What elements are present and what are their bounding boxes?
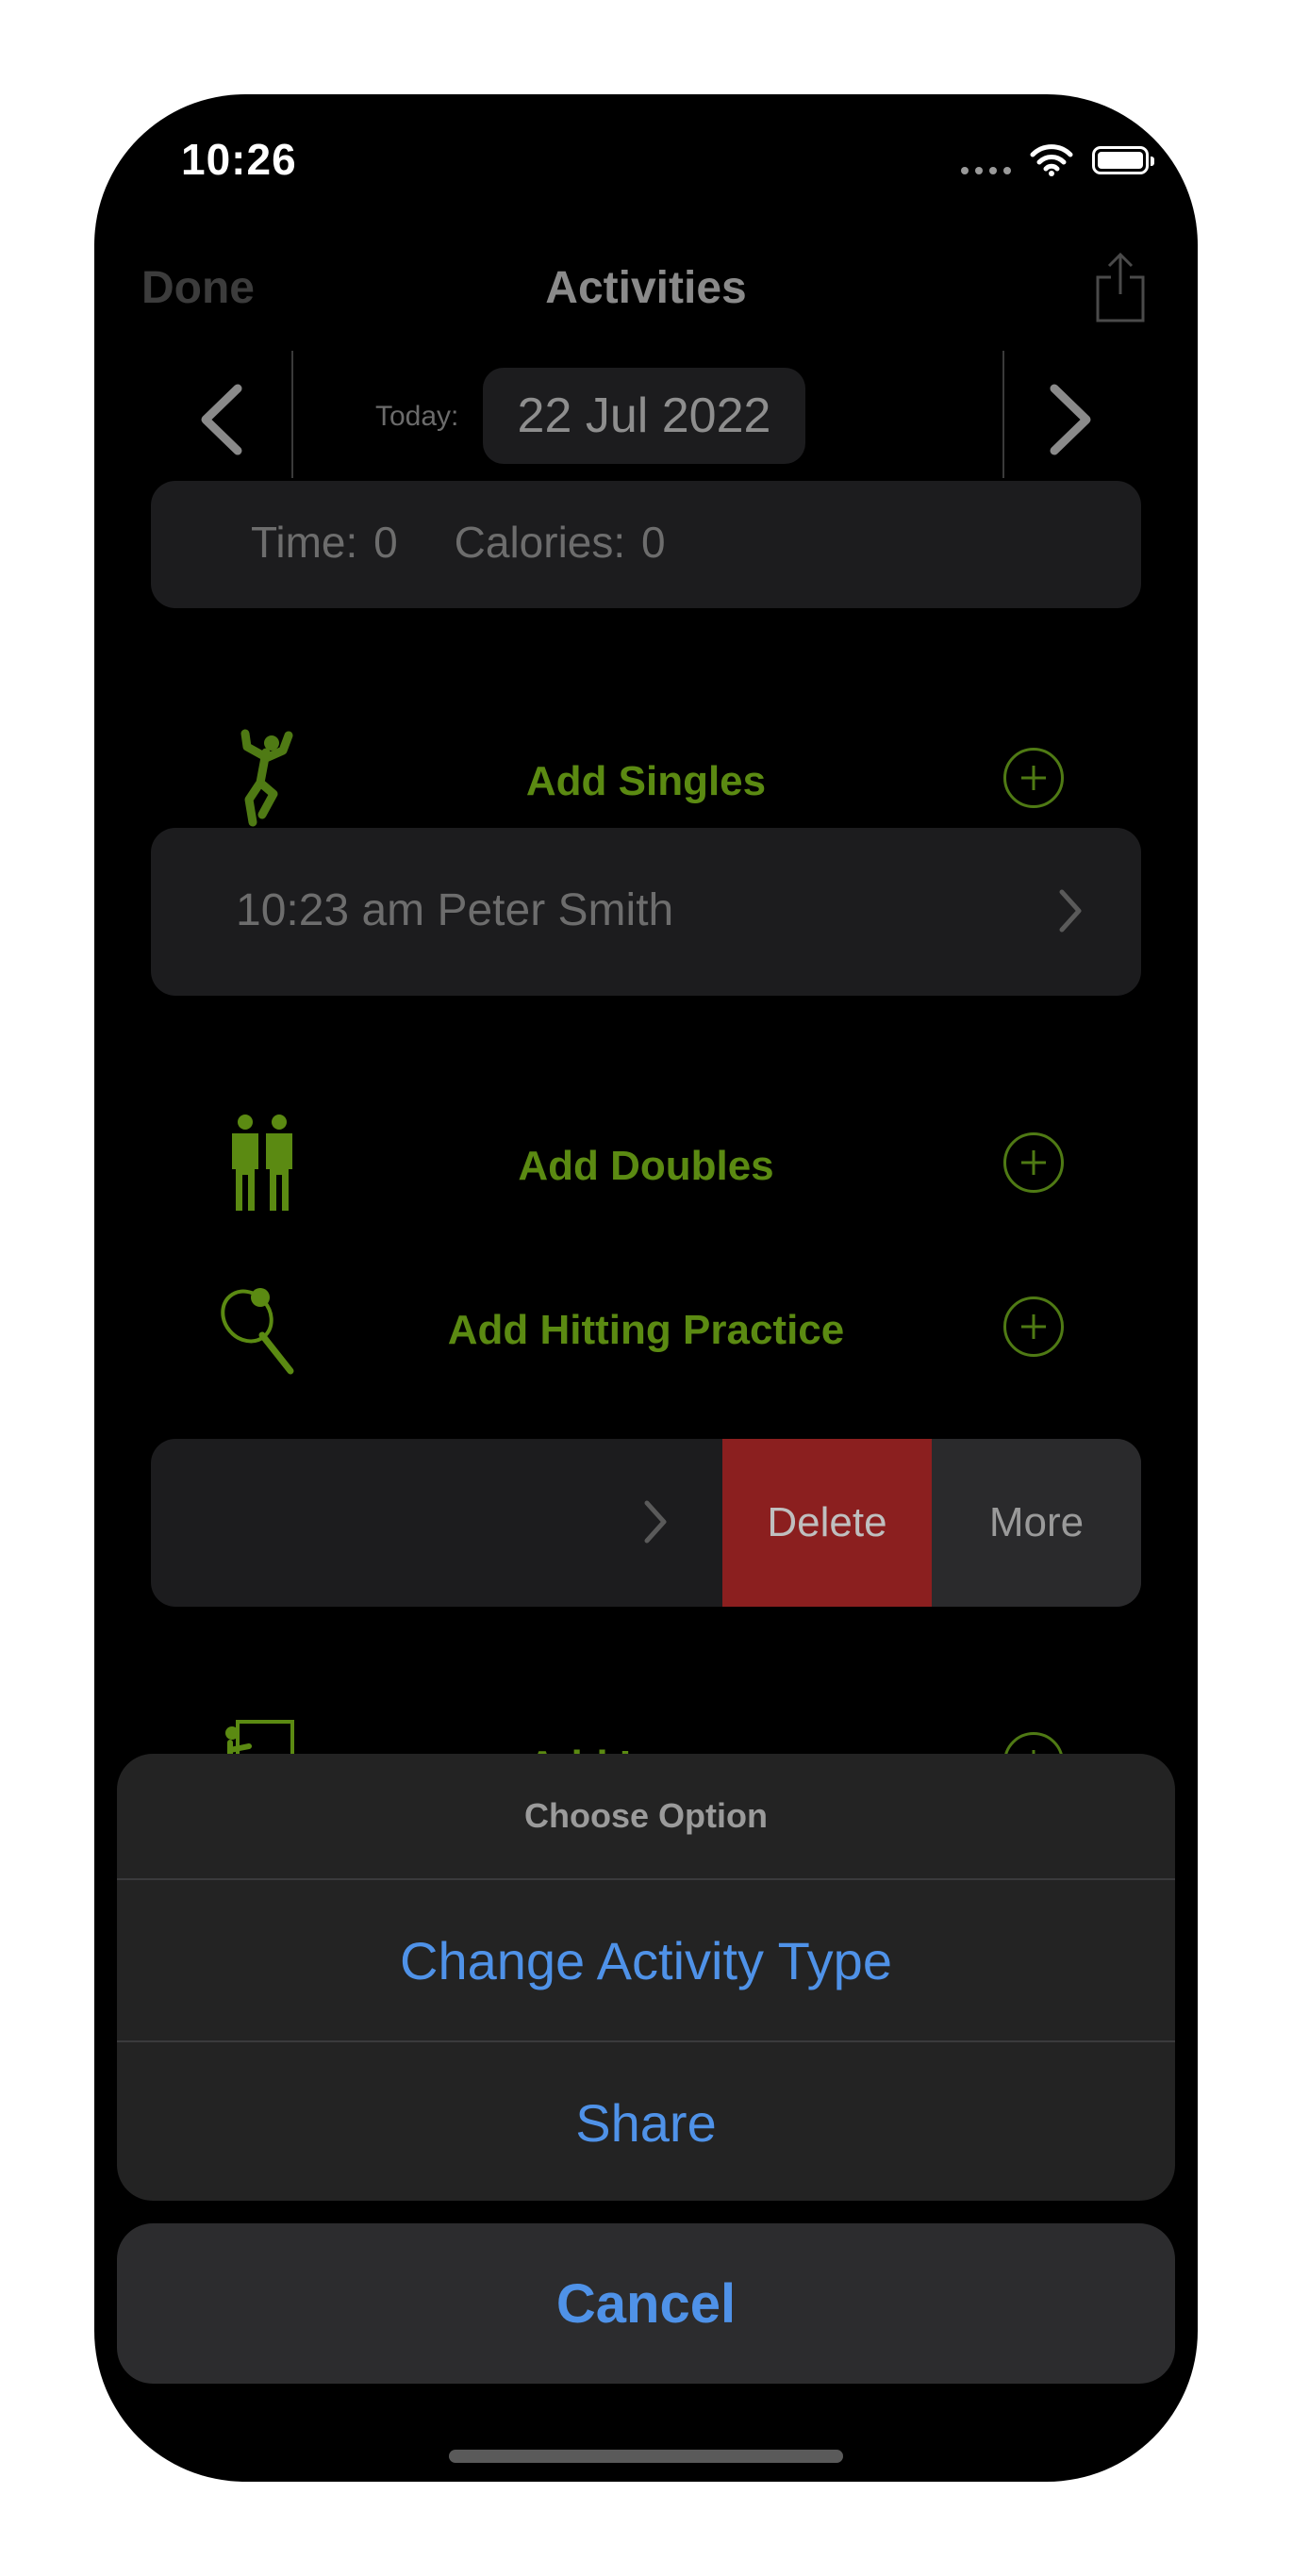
battery-icon [1092, 146, 1154, 174]
add-hitting-practice-plus-icon[interactable] [1003, 1296, 1064, 1357]
add-doubles-label: Add Doubles [518, 1143, 774, 1189]
summary-text: Time: 0 Calories: 0 [251, 517, 666, 568]
add-doubles-plus-icon[interactable] [1003, 1132, 1064, 1193]
divider [291, 351, 293, 478]
delete-button[interactable]: Delete [722, 1439, 932, 1607]
cellular-signal-icon [961, 146, 1011, 174]
date-picker-button[interactable]: 22 Jul 2022 [483, 368, 805, 464]
wifi-icon [1030, 144, 1073, 176]
today-label: Today: [375, 401, 459, 432]
share-icon[interactable] [1094, 251, 1147, 324]
previous-day-chevron-icon[interactable] [189, 377, 255, 462]
action-sheet: Choose Option Change Activity Type Share [117, 1754, 1175, 2201]
status-icons [961, 141, 1154, 179]
share-button[interactable]: Share [117, 2042, 1175, 2201]
add-singles-label: Add Singles [525, 758, 767, 804]
summary-time: Time: 0 [251, 518, 398, 567]
action-sheet-title: Choose Option [524, 1796, 768, 1835]
cancel-button[interactable]: Cancel [117, 2223, 1175, 2384]
page-title: Activities [545, 263, 747, 313]
add-singles-row[interactable]: Add Singles [151, 724, 1141, 837]
add-hitting-practice-row[interactable]: Add Hitting Practice [151, 1273, 1141, 1386]
divider [1002, 351, 1004, 478]
phone-screen: 10:26 Done Activities Today: 22 Jul 2022… [94, 94, 1198, 2482]
next-day-chevron-icon[interactable] [1037, 377, 1103, 462]
add-doubles-row[interactable]: Add Doubles [151, 1109, 1141, 1222]
change-activity-type-button[interactable]: Change Activity Type [117, 1880, 1175, 2040]
add-singles-plus-icon[interactable] [1003, 748, 1064, 808]
status-time: 10:26 [181, 135, 297, 184]
singles-entry-row[interactable]: 10:23 am Peter Smith [151, 828, 1141, 996]
hitting-practice-entry-row[interactable]: Delete More [151, 1439, 1141, 1607]
more-button[interactable]: More [932, 1439, 1141, 1607]
home-indicator[interactable] [449, 2450, 843, 2463]
daily-summary-card: Time: 0 Calories: 0 [151, 481, 1141, 608]
summary-calories: Calories: 0 [454, 518, 666, 567]
chevron-right-icon [1059, 889, 1082, 933]
entry-text: 10:23 am Peter Smith [236, 885, 674, 935]
add-hitting-practice-label: Add Hitting Practice [447, 1307, 845, 1353]
chevron-right-icon [644, 1500, 667, 1544]
